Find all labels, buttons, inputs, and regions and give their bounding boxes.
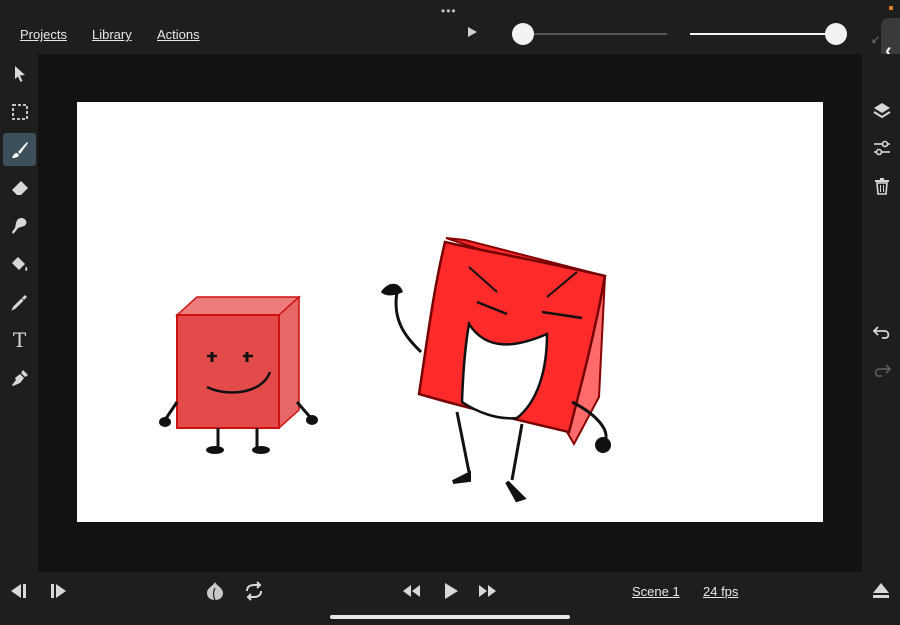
tool-smudge[interactable] <box>3 209 36 242</box>
status-dot <box>889 6 893 10</box>
right-toolbar <box>862 54 900 572</box>
tool-select[interactable] <box>3 57 36 90</box>
tool-marquee[interactable] <box>3 95 36 128</box>
smudge-icon <box>11 217 26 234</box>
pen-nib-icon <box>11 369 28 386</box>
fast-forward-icon <box>479 585 496 597</box>
play-button[interactable] <box>440 580 462 602</box>
next-frame-icon <box>51 584 66 598</box>
export-button[interactable] <box>870 580 892 602</box>
menu-actions[interactable]: Actions <box>157 27 200 42</box>
tool-fill[interactable] <box>3 247 36 280</box>
undo-button[interactable] <box>871 321 893 343</box>
adjustments-button[interactable] <box>871 137 893 159</box>
prev-frame-icon <box>11 584 26 598</box>
timeline-slider-knob[interactable] <box>512 23 534 45</box>
rewind-icon <box>403 585 420 597</box>
window-grabber[interactable]: ••• <box>441 4 457 18</box>
timeline-slider-track[interactable] <box>512 33 667 35</box>
paint-bucket-icon <box>11 256 27 271</box>
tool-eraser[interactable] <box>3 171 36 204</box>
play-icon <box>445 583 458 599</box>
opacity-slider-track[interactable] <box>690 33 838 35</box>
preview-play-icon[interactable] <box>468 27 477 37</box>
arrow-pointer-icon <box>14 65 25 82</box>
tool-brush[interactable] <box>3 133 36 166</box>
prev-frame-button[interactable] <box>7 580 29 602</box>
menu-library[interactable]: Library <box>92 27 132 42</box>
tool-text[interactable]: T <box>3 323 36 356</box>
loop-icon <box>246 581 262 601</box>
layers-icon <box>873 103 891 119</box>
layers-button[interactable] <box>871 100 893 122</box>
drawing-canvas[interactable] <box>77 102 823 522</box>
top-bar: ••• Projects Library Actions ↙ <box>0 0 900 54</box>
scene-selector[interactable]: Scene 1 <box>632 584 680 599</box>
dashed-rect-icon <box>11 103 28 120</box>
trash-icon <box>875 178 889 195</box>
next-frame-button[interactable] <box>48 580 70 602</box>
collapse-arrow-icon[interactable]: ↙ <box>871 33 880 46</box>
tool-eyedropper[interactable] <box>3 285 36 318</box>
redo-button[interactable] <box>871 359 893 381</box>
rewind-button[interactable] <box>400 580 422 602</box>
bottom-bar: Scene 1 24 fps <box>0 572 900 625</box>
brush-icon <box>11 141 28 158</box>
eject-icon <box>873 583 889 598</box>
menu-projects[interactable]: Projects <box>20 27 67 42</box>
loop-button[interactable] <box>243 580 265 602</box>
eyedropper-icon <box>10 294 27 311</box>
undo-icon <box>872 326 890 339</box>
tool-pen[interactable] <box>3 361 36 394</box>
onion-skin-button[interactable] <box>204 580 226 602</box>
fast-forward-button[interactable] <box>477 580 499 602</box>
sliders-icon <box>874 140 890 156</box>
onion-skin-icon <box>207 582 223 601</box>
cube-character-large <box>381 237 611 503</box>
delete-button[interactable] <box>871 175 893 197</box>
cube-character-small <box>159 295 318 454</box>
left-toolbar: T <box>0 54 38 572</box>
home-indicator <box>330 615 570 619</box>
fps-selector[interactable]: 24 fps <box>703 584 738 599</box>
opacity-slider-knob[interactable] <box>825 23 847 45</box>
eraser-icon <box>11 180 28 195</box>
redo-icon <box>874 364 892 377</box>
canvas-artwork <box>159 237 611 503</box>
text-icon: T <box>12 327 27 352</box>
